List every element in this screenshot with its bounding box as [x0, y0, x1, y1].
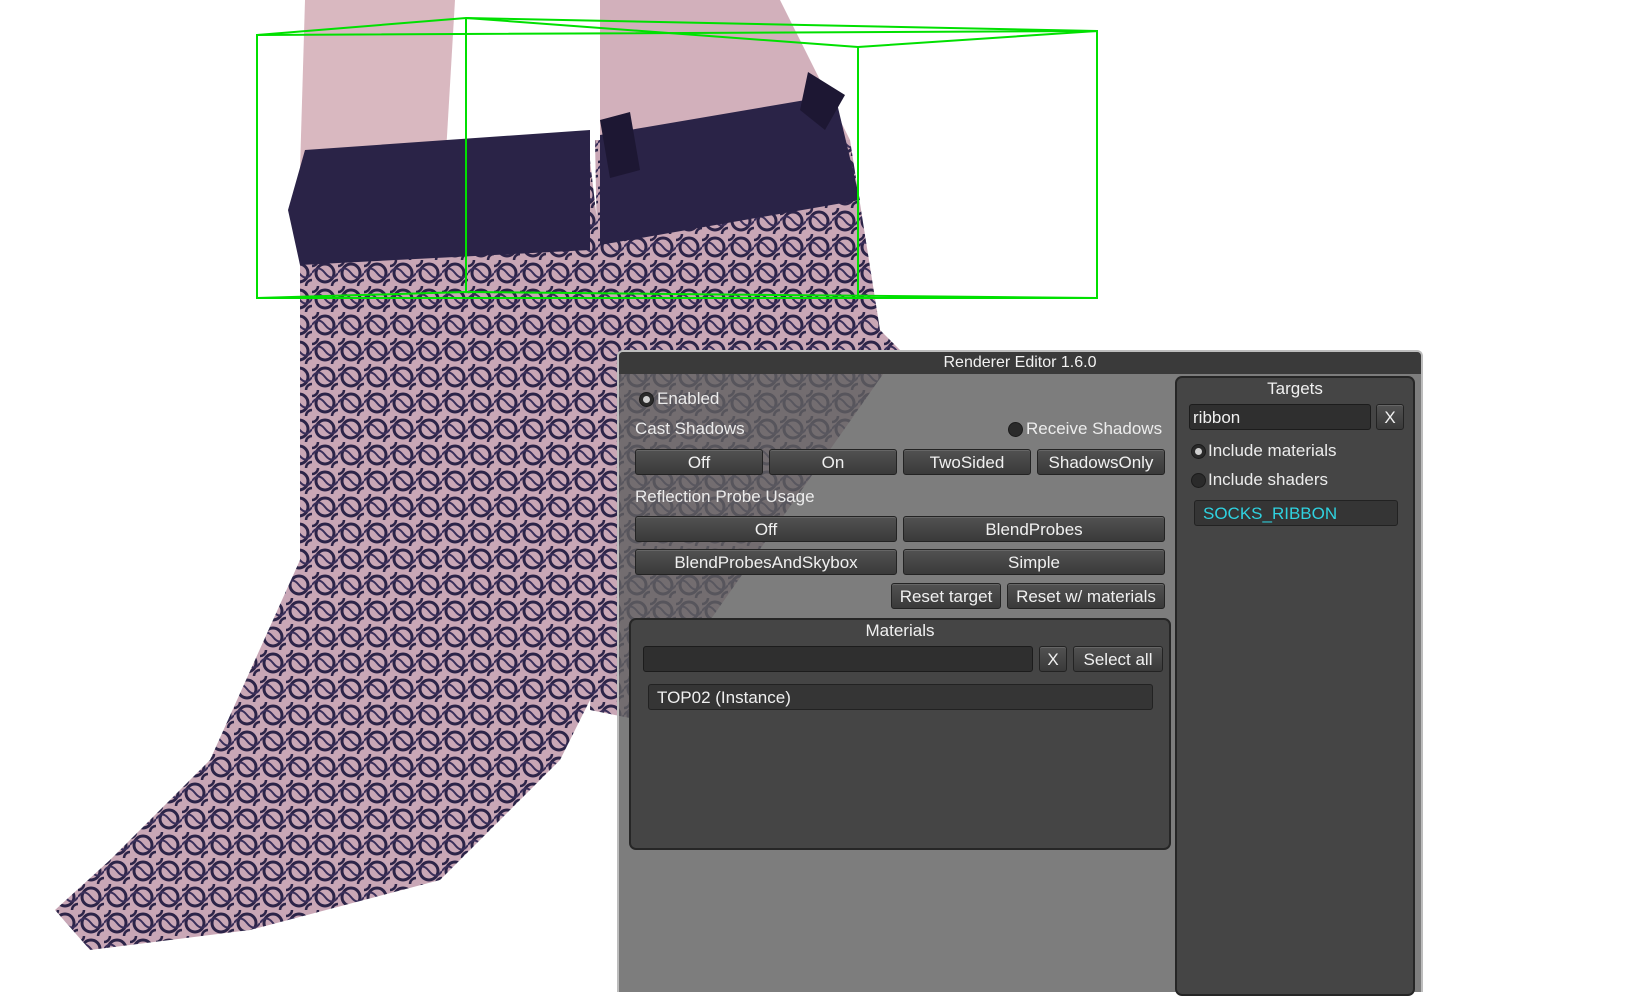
include-materials-toggle[interactable]: [1191, 444, 1206, 459]
materials-panel: Materials X Select all TOP02 (Instance): [629, 618, 1171, 850]
target-list-item[interactable]: SOCKS_RIBBON: [1194, 500, 1398, 526]
include-materials-label: Include materials: [1208, 441, 1337, 460]
cast-shadows-label: Cast Shadows: [635, 419, 745, 438]
enabled-label: Enabled: [657, 389, 720, 408]
reset-with-materials-button[interactable]: Reset w/ materials: [1007, 583, 1165, 609]
reflection-off-button[interactable]: Off: [635, 516, 897, 542]
renderer-editor-window: Renderer Editor 1.6.0 Enabled Cast Shado…: [617, 350, 1423, 996]
reflection-blendprobes-button[interactable]: BlendProbes: [903, 516, 1165, 542]
targets-panel: Targets ribbon X Include materials Inclu…: [1175, 376, 1415, 996]
targets-clear-button[interactable]: X: [1376, 404, 1404, 430]
enabled-toggle[interactable]: [639, 392, 654, 407]
materials-clear-button[interactable]: X: [1039, 646, 1067, 672]
sock-cuff-left: [288, 130, 590, 265]
cast-shadows-twosided-button[interactable]: TwoSided: [903, 449, 1031, 475]
cast-shadows-off-button[interactable]: Off: [635, 449, 763, 475]
materials-title: Materials: [865, 621, 935, 640]
foot-left: [55, 160, 620, 950]
materials-search-input[interactable]: [643, 646, 1033, 672]
window-title[interactable]: Renderer Editor 1.6.0: [619, 352, 1421, 374]
reflection-simple-button[interactable]: Simple: [903, 549, 1165, 575]
cast-shadows-shadowsonly-button[interactable]: ShadowsOnly: [1037, 449, 1165, 475]
include-shaders-toggle[interactable]: [1191, 473, 1206, 488]
material-list-item[interactable]: TOP02 (Instance): [648, 684, 1153, 710]
reflection-blendprobesandskybox-button[interactable]: BlendProbesAndSkybox: [635, 549, 897, 575]
targets-search-input[interactable]: ribbon: [1189, 404, 1371, 430]
targets-title: Targets: [1267, 379, 1323, 398]
receive-shadows-toggle[interactable]: [1008, 422, 1023, 437]
include-shaders-label: Include shaders: [1208, 470, 1329, 489]
receive-shadows-label: Receive Shadows: [1026, 419, 1163, 438]
select-all-button[interactable]: Select all: [1073, 646, 1163, 672]
reset-target-button[interactable]: Reset target: [891, 583, 1001, 609]
cast-shadows-on-button[interactable]: On: [769, 449, 897, 475]
reflection-probe-label: Reflection Probe Usage: [635, 487, 815, 506]
